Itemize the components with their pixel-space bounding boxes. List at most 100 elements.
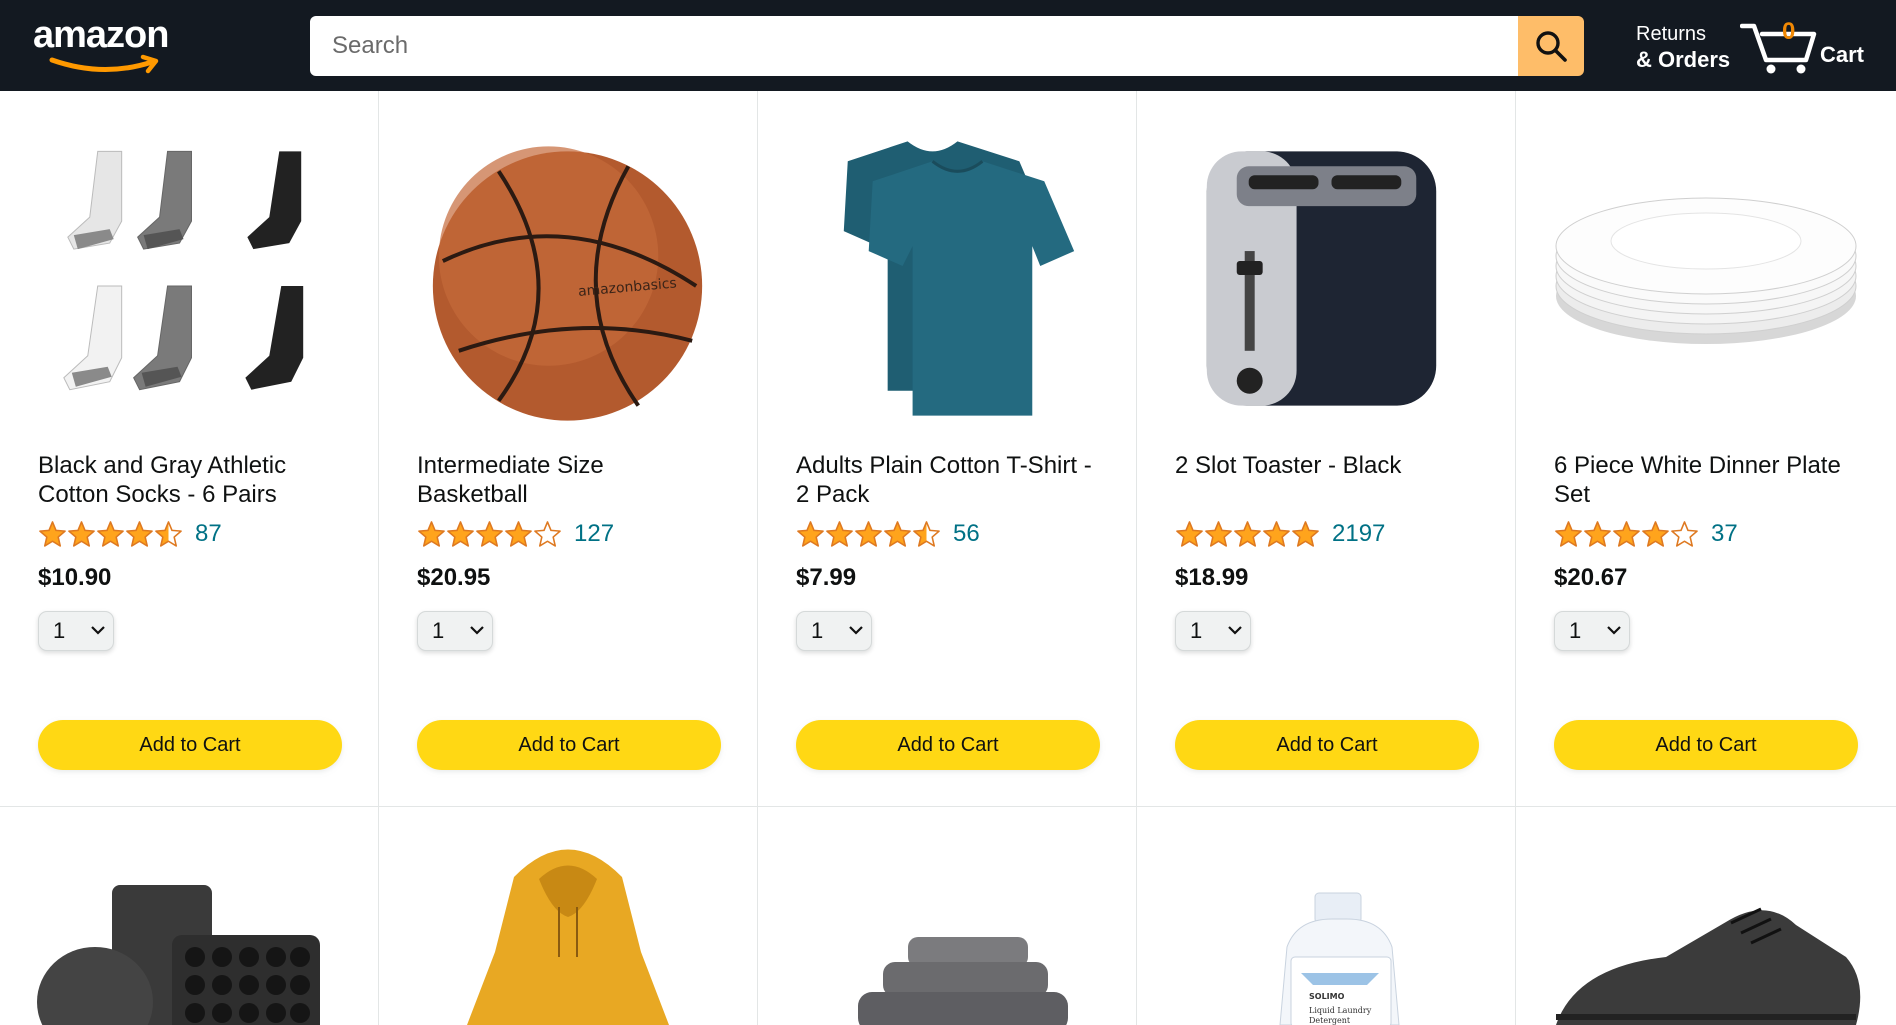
product-price: $20.95 — [417, 564, 491, 591]
hoodie-image — [467, 849, 669, 1025]
quantity-select[interactable]: 1 — [1554, 611, 1630, 651]
toaster-image — [1206, 151, 1437, 406]
product-rating: 56 — [796, 519, 980, 549]
cart-button[interactable]: 0 Cart — [1740, 18, 1870, 76]
product-card — [0, 807, 379, 1025]
product-card — [379, 807, 758, 1025]
logo-text: amazon — [33, 14, 169, 56]
star-full-icon — [126, 520, 153, 547]
review-count-link[interactable]: 2197 — [1332, 520, 1385, 548]
review-count-link[interactable]: 37 — [1711, 520, 1738, 548]
star-full-icon — [1176, 520, 1203, 547]
star-full-icon — [505, 520, 532, 547]
search-bar — [310, 16, 1584, 76]
product-name[interactable]: 2 Slot Toaster - Black — [1175, 451, 1475, 480]
product-rating: 127 — [417, 519, 614, 549]
cart-count: 0 — [1782, 18, 1796, 45]
product-card: Black and Gray Athletic Cotton Socks - 6… — [0, 91, 379, 807]
product-price: $7.99 — [796, 564, 857, 591]
quantity-select[interactable]: 1 — [1175, 611, 1251, 651]
chevron-down-icon — [1607, 626, 1621, 635]
product-card: amazonbasics Intermediate Size Basketbal… — [379, 91, 758, 807]
chevron-down-icon — [849, 626, 863, 635]
quantity-select[interactable]: 1 — [796, 611, 872, 651]
add-to-cart-button[interactable]: Add to Cart — [38, 720, 342, 770]
product-price: $18.99 — [1175, 564, 1249, 591]
add-to-cart-button[interactable]: Add to Cart — [1554, 720, 1858, 770]
star-empty-icon — [1671, 520, 1698, 547]
star-full-icon — [1642, 520, 1669, 547]
star-full-icon — [797, 520, 824, 547]
star-full-icon — [1613, 520, 1640, 547]
detergent-line1: Liquid Laundry — [1309, 1006, 1372, 1015]
product-price: $20.67 — [1554, 564, 1628, 591]
product-price: $10.90 — [38, 564, 112, 591]
quantity-value: 1 — [1190, 618, 1203, 643]
detergent-line2: Detergent — [1309, 1016, 1351, 1025]
chevron-down-icon — [470, 626, 484, 635]
star-full-icon — [1292, 520, 1319, 547]
search-input[interactable] — [310, 16, 1518, 76]
star-full-icon — [418, 520, 445, 547]
search-button[interactable] — [1518, 16, 1584, 76]
quantity-select[interactable]: 1 — [417, 611, 493, 651]
detergent-image: SOLIMO Liquid Laundry Detergent — [1279, 892, 1400, 1025]
star-half-icon — [155, 520, 182, 547]
review-count-link[interactable]: 127 — [574, 520, 614, 548]
star-empty-icon — [534, 520, 561, 547]
detergent-brand: SOLIMO — [1309, 992, 1345, 1001]
product-rating: 37 — [1554, 519, 1738, 549]
product-card — [758, 807, 1137, 1025]
product-name[interactable]: Adults Plain Cotton T-Shirt - 2 Pack — [796, 451, 1096, 509]
star-full-icon — [884, 520, 911, 547]
product-card: 2 Slot Toaster - Black 2197 $18.99 1 Add… — [1137, 91, 1516, 807]
star-full-icon — [1584, 520, 1611, 547]
search-icon — [1536, 31, 1567, 62]
quantity-value: 1 — [811, 618, 824, 643]
product-rating: 87 — [38, 519, 222, 549]
star-full-icon — [1555, 520, 1582, 547]
towels-image — [858, 937, 1068, 1025]
chevron-down-icon — [91, 626, 105, 635]
product-name[interactable]: 6 Piece White Dinner Plate Set — [1554, 451, 1854, 509]
amazon-logo[interactable]: amazon — [30, 14, 190, 74]
chevron-down-icon — [1228, 626, 1242, 635]
star-full-icon — [447, 520, 474, 547]
star-full-icon — [855, 520, 882, 547]
socks-image — [63, 150, 304, 391]
product-card: 6 Piece White Dinner Plate Set 37 $20.67… — [1516, 91, 1896, 807]
sneaker-image — [1556, 907, 1861, 1025]
add-to-cart-button[interactable]: Add to Cart — [796, 720, 1100, 770]
review-count-link[interactable]: 56 — [953, 520, 980, 548]
star-full-icon — [39, 520, 66, 547]
add-to-cart-button[interactable]: Add to Cart — [1175, 720, 1479, 770]
cart-icon — [1740, 23, 1817, 74]
quantity-value: 1 — [432, 618, 445, 643]
returns-orders-link[interactable]: Returns & Orders — [1636, 22, 1730, 72]
product-card: Adults Plain Cotton T-Shirt - 2 Pack 56 … — [758, 91, 1137, 807]
add-to-cart-button[interactable]: Add to Cart — [417, 720, 721, 770]
star-half-icon — [913, 520, 940, 547]
basketball-image: amazonbasics — [432, 146, 703, 421]
top-header: amazon Returns & Orders 0 Cart — [0, 0, 1896, 91]
quantity-value: 1 — [1569, 618, 1582, 643]
quantity-select[interactable]: 1 — [38, 611, 114, 651]
bakeware-image — [37, 885, 320, 1025]
plates-image — [1555, 197, 1857, 344]
product-card — [1516, 807, 1896, 1025]
product-rating: 2197 — [1175, 519, 1385, 549]
tshirt-image — [843, 141, 1075, 416]
product-name[interactable]: Intermediate Size Basketball — [417, 451, 717, 509]
star-full-icon — [1205, 520, 1232, 547]
star-full-icon — [68, 520, 95, 547]
quantity-value: 1 — [53, 618, 66, 643]
returns-label: Returns — [1636, 23, 1707, 45]
star-full-icon — [476, 520, 503, 547]
orders-label: & Orders — [1636, 47, 1731, 72]
logo-smile-icon — [49, 54, 159, 74]
star-full-icon — [97, 520, 124, 547]
star-full-icon — [1234, 520, 1261, 547]
star-full-icon — [826, 520, 853, 547]
review-count-link[interactable]: 87 — [195, 520, 222, 548]
product-name[interactable]: Black and Gray Athletic Cotton Socks - 6… — [38, 451, 338, 509]
